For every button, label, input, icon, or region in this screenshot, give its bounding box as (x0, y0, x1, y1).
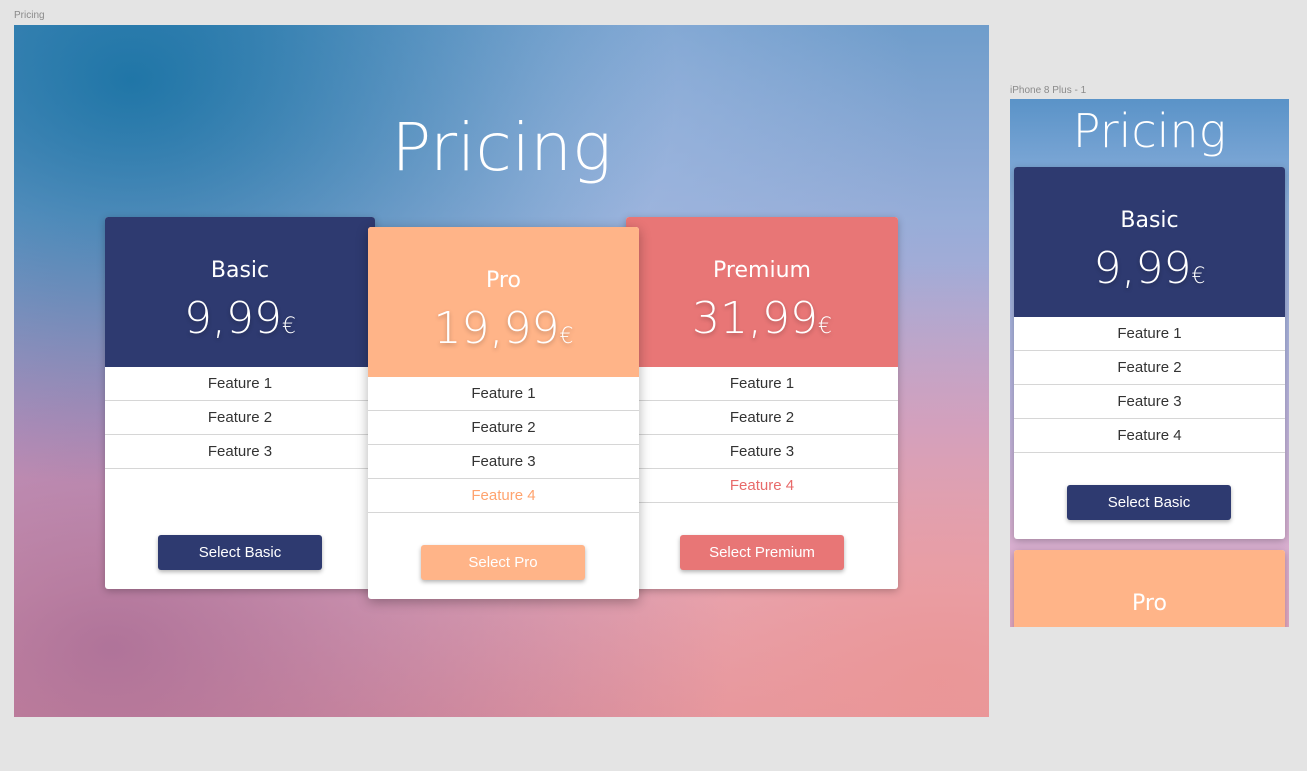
feature-list: Feature 1 Feature 2 Feature 3 Feature 4 (626, 367, 898, 503)
price-value: 19,99 (433, 303, 560, 354)
plan-name: Pro (1132, 591, 1167, 616)
feature-list: Feature 1 Feature 2 Feature 3 (105, 367, 375, 469)
plan-price: 9,99€ (1014, 244, 1285, 302)
card-header: Pro (1014, 550, 1285, 627)
card-header: Basic 9,99€ (105, 217, 375, 367)
select-pro-button[interactable]: Select Pro (421, 545, 585, 580)
page-title: Pricing (391, 109, 612, 186)
feature-list: Feature 1 Feature 2 Feature 3 Feature 4 (1014, 317, 1285, 453)
plan-name: Basic (1120, 208, 1179, 233)
feature-item: Feature 1 (368, 377, 639, 411)
feature-item: Feature 3 (368, 445, 639, 479)
feature-item: Feature 4 (1014, 419, 1285, 453)
mobile-artboard: Pricing Basic 9,99€ Feature 1 Feature 2 … (1010, 99, 1289, 627)
pricing-card-pro: Pro (1014, 550, 1285, 627)
page-title: Pricing (1072, 104, 1227, 158)
artboard-label-mobile: iPhone 8 Plus - 1 (1010, 85, 1087, 96)
plan-price: 31,99€ (626, 294, 898, 352)
price-value: 9,99 (184, 293, 282, 344)
plan-name: Premium (713, 258, 811, 283)
pricing-card-pro: Pro 19,99€ Feature 1 Feature 2 Feature 3… (368, 227, 639, 599)
feature-item-highlight: Feature 4 (368, 479, 639, 513)
feature-item: Feature 2 (1014, 351, 1285, 385)
artboard-label-desktop: Pricing (14, 10, 45, 21)
plan-name: Basic (210, 258, 270, 283)
feature-item: Feature 2 (368, 411, 639, 445)
feature-item: Feature 3 (105, 435, 375, 469)
feature-item: Feature 1 (626, 367, 898, 401)
plan-name: Pro (486, 268, 521, 293)
feature-item: Feature 2 (626, 401, 898, 435)
price-value: 31,99 (692, 293, 818, 344)
select-premium-button[interactable]: Select Premium (680, 535, 844, 570)
pricing-card-basic: Basic 9,99€ Feature 1 Feature 2 Feature … (105, 217, 375, 589)
select-basic-button[interactable]: Select Basic (1067, 485, 1231, 520)
feature-item: Feature 1 (1014, 317, 1285, 351)
plan-price: 19,99€ (368, 304, 639, 362)
feature-item-highlight: Feature 4 (626, 469, 898, 503)
select-basic-button[interactable]: Select Basic (158, 535, 322, 570)
pricing-card-basic: Basic 9,99€ Feature 1 Feature 2 Feature … (1014, 167, 1285, 539)
desktop-artboard: Pricing Basic 9,99€ Feature 1 Feature 2 … (14, 25, 989, 717)
currency-symbol: € (817, 314, 832, 339)
pricing-card-premium: Premium 31,99€ Feature 1 Feature 2 Featu… (626, 217, 898, 589)
card-header: Basic 9,99€ (1014, 167, 1285, 317)
plan-price: 9,99€ (105, 294, 375, 352)
feature-item: Feature 1 (105, 367, 375, 401)
currency-symbol: € (1191, 264, 1206, 289)
feature-item: Feature 2 (105, 401, 375, 435)
feature-item: Feature 3 (1014, 385, 1285, 419)
currency-symbol: € (559, 324, 574, 349)
price-value: 9,99 (1093, 243, 1192, 294)
card-header: Pro 19,99€ (368, 227, 639, 377)
currency-symbol: € (281, 314, 296, 339)
feature-item: Feature 3 (626, 435, 898, 469)
card-header: Premium 31,99€ (626, 217, 898, 367)
feature-list: Feature 1 Feature 2 Feature 3 Feature 4 (368, 377, 639, 513)
